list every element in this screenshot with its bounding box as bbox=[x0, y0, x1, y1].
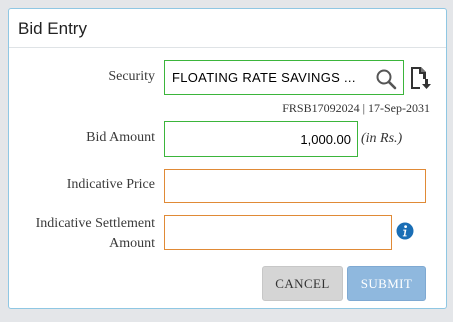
security-label: Security bbox=[108, 69, 155, 84]
settlement-label-line1: Indicative Settlement bbox=[35, 216, 155, 231]
bid-amount-input[interactable]: 1,000.00 bbox=[164, 121, 358, 157]
cancel-button[interactable]: CANCEL bbox=[262, 266, 343, 301]
settlement-amount-input[interactable] bbox=[164, 215, 392, 250]
security-value: FLOATING RATE SAVINGS ... bbox=[172, 70, 356, 85]
info-icon[interactable] bbox=[396, 222, 414, 240]
document-download-icon[interactable] bbox=[409, 66, 431, 90]
dialog-title: Bid Entry bbox=[18, 19, 87, 38]
search-icon[interactable] bbox=[375, 68, 397, 90]
settlement-label: Indicative Settlement Amount bbox=[36, 214, 155, 254]
security-hint: FRSB17092024 | 17-Sep-2031 bbox=[282, 101, 430, 115]
indicative-price-input[interactable] bbox=[164, 169, 426, 203]
bid-amount-value: 1,000.00 bbox=[300, 132, 351, 147]
bid-entry-dialog: Bid Entry Security FLOATING RATE SAVINGS… bbox=[8, 8, 447, 309]
dialog-header: Bid Entry bbox=[9, 9, 446, 48]
indicative-price-label: Indicative Price bbox=[66, 177, 155, 192]
submit-button[interactable]: SUBMIT bbox=[347, 266, 426, 301]
bid-amount-label: Bid Amount bbox=[86, 130, 155, 145]
settlement-label-line2: Amount bbox=[109, 236, 155, 251]
bid-amount-unit: (in Rs.) bbox=[361, 131, 403, 146]
security-input[interactable]: FLOATING RATE SAVINGS ... bbox=[164, 60, 404, 95]
